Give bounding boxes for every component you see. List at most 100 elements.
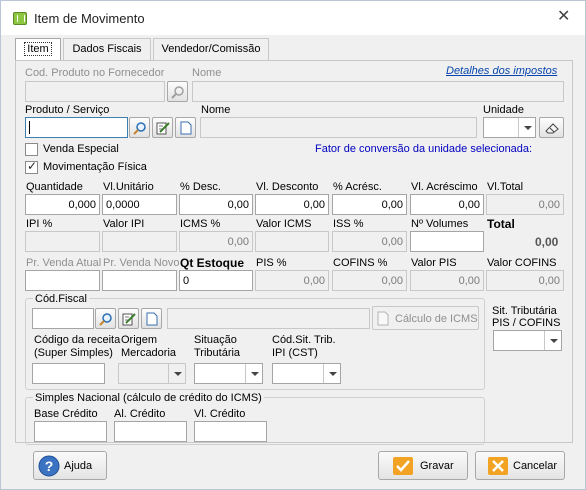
cod-fiscal-descricao[interactable] [167, 308, 370, 329]
situacao-label: Situação [194, 334, 237, 346]
iss-pct-input[interactable]: 0,00 [332, 231, 407, 252]
edit-icon [122, 313, 136, 326]
chevron-down-icon [168, 364, 185, 383]
edit-produto-button[interactable] [152, 117, 173, 138]
cod-sit-ipi-select[interactable] [272, 363, 341, 384]
cod-fiscal-input[interactable] [32, 308, 94, 329]
chevron-down-icon [245, 364, 262, 383]
search-icon [99, 313, 112, 326]
quantidade-input[interactable]: 0,000 [25, 194, 100, 215]
valor-cofins-label: Valor COFINS [487, 257, 557, 269]
ajuda-label: Ajuda [64, 460, 93, 472]
pct-acresc-input[interactable]: 0,00 [332, 194, 407, 215]
cod-sit-ipi-label-2: IPI (CST) [272, 347, 318, 359]
tab-dados-fiscais-label: Dados Fiscais [72, 43, 142, 55]
app-icon [13, 12, 27, 25]
detalhes-impostos-link[interactable]: Detalhes dos impostos [446, 65, 557, 77]
sit-tributaria-pis-select[interactable] [493, 330, 562, 351]
pr-venda-atual-label: Pr. Venda Atual [26, 257, 102, 269]
produto-servico-label: Produto / Serviço [25, 104, 110, 116]
pct-desc-label: % Desc. [180, 181, 221, 193]
valor-ipi-input[interactable] [102, 231, 177, 252]
vl-total-input[interactable]: 0,00 [486, 194, 564, 215]
pct-desc-input[interactable]: 0,00 [179, 194, 253, 215]
movimentacao-fisica-checkbox[interactable] [25, 159, 38, 174]
icms-pct-label: ICMS % [180, 218, 221, 230]
cod-fiscal-label: Cód.Fiscal [33, 293, 89, 305]
cancelar-button[interactable]: Cancelar [475, 451, 565, 480]
base-credito-input[interactable] [34, 421, 107, 442]
vl-total-label: Vl.Total [487, 181, 524, 193]
cod-sit-ipi-label: Cód.Sit. Trib. [272, 334, 336, 346]
venda-especial-checkbox[interactable] [25, 143, 38, 156]
n-volumes-input[interactable] [410, 231, 484, 252]
checkmark-icon [393, 457, 413, 475]
edit-cod-fiscal-button[interactable] [118, 308, 139, 329]
ipi-pct-label: IPI % [26, 218, 53, 230]
al-credito-input[interactable] [114, 421, 187, 442]
cod-fornecedor-input[interactable] [25, 81, 165, 102]
valor-pis-input[interactable]: 0,00 [410, 270, 484, 291]
total-value: 0,00 [535, 235, 559, 249]
codigo-receita-input[interactable] [32, 363, 105, 384]
pis-pct-label: PIS % [256, 257, 287, 269]
search-icon [133, 122, 146, 135]
close-icon[interactable]: ✕ [557, 9, 570, 25]
search-produto-button[interactable] [129, 117, 150, 138]
gravar-button[interactable]: Gravar [378, 451, 468, 480]
tab-item-label: Item [24, 42, 52, 56]
calculo-icms-button[interactable]: Cálculo de ICMS [372, 306, 479, 330]
valor-cofins-input[interactable]: 0,00 [486, 270, 564, 291]
pr-venda-novo-input[interactable] [102, 270, 177, 291]
icms-pct-input[interactable]: 0,00 [179, 231, 253, 252]
new-document-icon [180, 121, 192, 135]
pis-pct-input[interactable]: 0,00 [255, 270, 329, 291]
unidade-select[interactable] [483, 117, 536, 138]
new-cod-fiscal-button[interactable] [141, 308, 162, 329]
title-bar: Item de Movimento ✕ [1, 1, 585, 35]
nome-fornecedor-input[interactable] [192, 81, 564, 102]
vl-acrescimo-input[interactable]: 0,00 [410, 194, 484, 215]
sit-tributaria-pis-label-2: PIS / COFINS [492, 317, 561, 329]
pr-venda-novo-label: Pr. Venda Novo [103, 257, 180, 269]
vl-unitario-input[interactable]: 0,0000 [102, 194, 177, 215]
origem-label-2: Mercadoria [121, 347, 177, 359]
search-cod-fiscal-button[interactable] [95, 308, 116, 329]
vl-desconto-label: Vl. Desconto [256, 181, 319, 193]
qt-estoque-input[interactable]: 0 [179, 270, 253, 291]
nome-fornecedor-label: Nome [192, 67, 222, 79]
situacao-tributaria-select[interactable] [194, 363, 263, 384]
ipi-pct-input[interactable] [25, 231, 100, 252]
vl-credito-input[interactable] [194, 421, 267, 442]
tab-vendedor-comissao-label: Vendedor/Comissão [161, 43, 261, 55]
svg-text:?: ? [45, 458, 54, 474]
search-fornecedor-button[interactable] [167, 81, 188, 102]
al-credito-label: Al. Crédito [114, 408, 166, 420]
tab-item[interactable]: Item [15, 38, 61, 61]
window-title: Item de Movimento [34, 11, 145, 26]
valor-icms-input[interactable] [255, 231, 329, 252]
valor-pis-label: Valor PIS [411, 257, 457, 269]
produto-servico-input[interactable] [25, 117, 128, 138]
chevron-down-icon [518, 118, 535, 137]
cofins-pct-input[interactable]: 0,00 [332, 270, 407, 291]
nome-produto-label: Nome [201, 104, 231, 116]
document-icon [377, 311, 389, 326]
clear-unidade-button[interactable] [539, 117, 564, 138]
calculo-icms-label: Cálculo de ICMS [395, 313, 478, 325]
pr-venda-atual-input[interactable] [25, 270, 100, 291]
nome-produto-input[interactable] [200, 117, 477, 138]
valor-icms-label: Valor ICMS [256, 218, 312, 230]
origem-mercadoria-select[interactable] [118, 363, 186, 384]
new-produto-button[interactable] [175, 117, 196, 138]
vl-credito-label: Vl. Crédito [194, 408, 246, 420]
qt-estoque-label: Qt Estoque [180, 256, 245, 270]
chevron-down-icon [323, 364, 340, 383]
tab-vendedor-comissao[interactable]: Vendedor/Comissão [153, 38, 269, 60]
codigo-receita-label: Código da receita [34, 334, 121, 346]
tab-dados-fiscais[interactable]: Dados Fiscais [63, 38, 151, 60]
ajuda-button[interactable]: ? Ajuda [33, 451, 107, 480]
help-icon: ? [38, 455, 60, 477]
chevron-down-icon [544, 331, 561, 350]
vl-desconto-input[interactable]: 0,00 [255, 194, 329, 215]
